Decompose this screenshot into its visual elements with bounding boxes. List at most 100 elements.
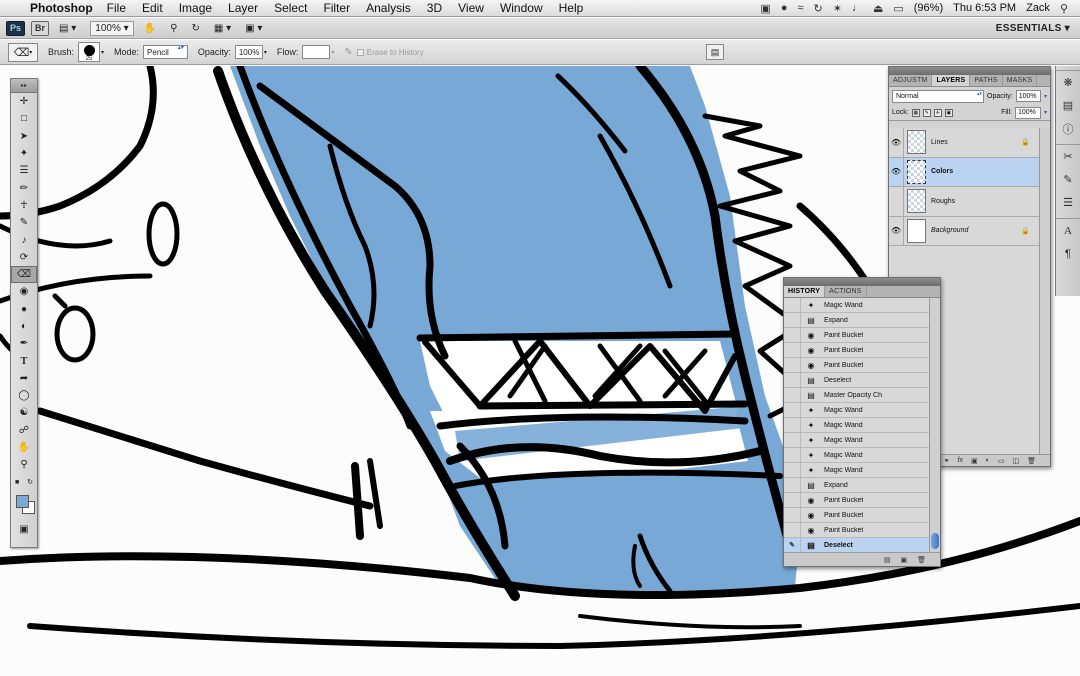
dodge-tool-icon[interactable]: ◐ [11, 318, 37, 335]
menu-3d[interactable]: 3D [427, 1, 442, 15]
menu-window[interactable]: Window [500, 1, 543, 15]
erase-to-history-checkbox[interactable] [356, 48, 364, 56]
history-brush-source[interactable] [784, 403, 801, 417]
history-state[interactable]: ◉ Paint Bucket [784, 493, 930, 508]
user-menu[interactable]: Zack [1026, 2, 1050, 14]
layers-panel-titlebar[interactable] [889, 67, 1050, 75]
paragraph-panel-icon[interactable]: ¶ [1056, 242, 1080, 265]
new-layer-icon[interactable]: ◫ [1012, 457, 1019, 465]
tools-panel-grip[interactable]: ▸▸ [11, 79, 37, 93]
tab-adjustments[interactable]: ADJUSTM [889, 75, 933, 86]
history-state[interactable]: ◉ Paint Bucket [784, 328, 930, 343]
history-brush-source[interactable] [784, 463, 801, 477]
lock-pixels-icon[interactable]: ✎ [922, 108, 931, 117]
history-brush-tool-icon[interactable]: ⟳ [11, 249, 37, 266]
magic-wand-tool-icon[interactable]: ✦ [11, 145, 37, 162]
camera-icon[interactable]: ▣ [760, 2, 770, 15]
workspace-switcher[interactable]: ESSENTIALS ▾ [996, 23, 1070, 34]
history-panel-titlebar[interactable] [784, 278, 940, 286]
history-state[interactable]: ◉ Paint Bucket [784, 523, 930, 538]
history-brush-source[interactable] [784, 298, 801, 312]
visibility-eye-icon[interactable]: 👁 [889, 128, 904, 157]
new-document-from-state-icon[interactable]: ▤ [884, 556, 891, 564]
layer-row-colors[interactable]: 👁 Colors [889, 157, 1040, 187]
layer-opacity-field[interactable]: 100% [1015, 90, 1041, 102]
menu-image[interactable]: Image [179, 1, 212, 15]
battery-icon[interactable]: ▭ [893, 2, 903, 15]
history-state[interactable]: ✦ Magic Wand [784, 403, 930, 418]
visibility-toggle-empty[interactable] [889, 187, 904, 216]
layer-row-lines[interactable]: 👁 Lines 🔒 [889, 128, 1040, 158]
layer-opacity-dropdown-icon[interactable]: ▾ [1044, 93, 1047, 100]
history-state-current[interactable]: ✎ ▤ Deselect [784, 538, 930, 553]
history-brush-source[interactable] [784, 358, 801, 372]
history-scroll-thumb[interactable] [931, 533, 939, 549]
bluetooth-icon[interactable]: ✶ [833, 2, 842, 15]
histogram-panel-icon[interactable]: ▤ [1056, 94, 1080, 117]
tab-masks[interactable]: MASKS [1003, 75, 1038, 86]
move-tool-icon[interactable]: ✛ [11, 93, 37, 110]
volume-icon[interactable]: ♩ [852, 2, 863, 14]
brush-dropdown-icon[interactable]: ▾ [101, 49, 104, 56]
delete-state-icon[interactable]: 🗑 [917, 556, 926, 564]
menu-analysis[interactable]: Analysis [366, 1, 411, 15]
history-brush-source[interactable] [784, 313, 801, 327]
layer-row-roughs[interactable]: Roughs [889, 187, 1040, 217]
3d-rotate-tool-icon[interactable]: ☯ [11, 404, 37, 421]
history-brush-source[interactable] [784, 523, 801, 537]
tool-preset-picker[interactable]: ⌫ ▾ [8, 42, 38, 62]
view-extras-button[interactable]: ▤ ▾ [55, 21, 80, 36]
swap-colors-icon[interactable]: ■ ↻ [11, 474, 37, 491]
blend-mode-select[interactable]: Normal [892, 89, 985, 103]
menu-file[interactable]: File [107, 1, 126, 15]
rotate-view-icon[interactable]: ↻ [187, 21, 203, 36]
history-state[interactable]: ✦ Magic Wand [784, 433, 930, 448]
zoom-tool-icon[interactable]: ⚲ [166, 21, 181, 36]
history-state[interactable]: ▤ Expand [784, 313, 930, 328]
arrange-documents-button[interactable]: ▦ ▾ [210, 21, 235, 36]
tab-history[interactable]: HISTORY [784, 286, 826, 297]
layer-row-background[interactable]: 👁 Background 🔒 [889, 216, 1040, 246]
layers-scrollbar[interactable] [1039, 128, 1050, 456]
quick-mask-icon[interactable]: ▣ [11, 521, 37, 538]
spotlight-icon[interactable]: ⚲ [1060, 2, 1068, 15]
mode-select[interactable]: Pencil [143, 45, 188, 59]
healing-brush-tool-icon[interactable]: ☥ [11, 197, 37, 214]
clock[interactable]: Thu 6:53 PM [953, 2, 1016, 14]
type-tool-icon[interactable]: T [11, 352, 37, 369]
link-layers-icon[interactable]: ⚭ [944, 457, 950, 465]
flow-dropdown-icon[interactable]: ▾ [331, 49, 334, 56]
history-brush-source[interactable] [784, 508, 801, 522]
clone-stamp-tool-icon[interactable]: ♪ [11, 231, 37, 248]
history-scrollbar[interactable] [929, 298, 940, 553]
menu-edit[interactable]: Edit [142, 1, 163, 15]
screen-mode-button[interactable]: ▣ ▾ [241, 21, 266, 36]
fill-dropdown-icon[interactable]: ▾ [1044, 109, 1047, 116]
brush-preset-picker[interactable]: 25 [78, 42, 101, 62]
adjustment-layer-icon[interactable]: ◐ [986, 457, 990, 464]
eraser-tool-icon[interactable]: ⌫ [11, 265, 37, 284]
layer-style-icon[interactable]: fx [958, 457, 963, 464]
visibility-eye-icon[interactable]: 👁 [889, 216, 904, 245]
history-brush-source[interactable] [784, 418, 801, 432]
menu-filter[interactable]: Filter [323, 1, 350, 15]
history-brush-source[interactable] [784, 388, 801, 402]
opacity-dropdown-icon[interactable]: ▾ [264, 49, 267, 56]
sync-icon[interactable]: ● [781, 2, 788, 14]
lock-all-icon[interactable]: ▣ [944, 108, 953, 117]
history-state[interactable]: ✦ Magic Wand [784, 463, 930, 478]
history-brush-source[interactable] [784, 373, 801, 387]
brush-tool-icon[interactable]: ✎ [11, 214, 37, 231]
new-group-icon[interactable]: ▭ [998, 457, 1005, 465]
history-state[interactable]: ✦ Magic Wand [784, 418, 930, 433]
tab-actions[interactable]: ACTIONS [825, 286, 867, 297]
brushes-panel-icon[interactable]: ✎ [1056, 168, 1080, 191]
history-brush-source[interactable] [784, 433, 801, 447]
path-selection-tool-icon[interactable]: ➦ [11, 370, 37, 387]
history-state[interactable]: ✦ Magic Wand [784, 448, 930, 463]
history-brush-source[interactable] [784, 448, 801, 462]
foreground-color-swatch[interactable] [16, 494, 29, 508]
delete-layer-icon[interactable]: 🗑 [1027, 457, 1036, 465]
3d-orbit-tool-icon[interactable]: ☍ [11, 422, 37, 439]
paint-bucket-tool-icon[interactable]: ◉ [11, 283, 37, 300]
